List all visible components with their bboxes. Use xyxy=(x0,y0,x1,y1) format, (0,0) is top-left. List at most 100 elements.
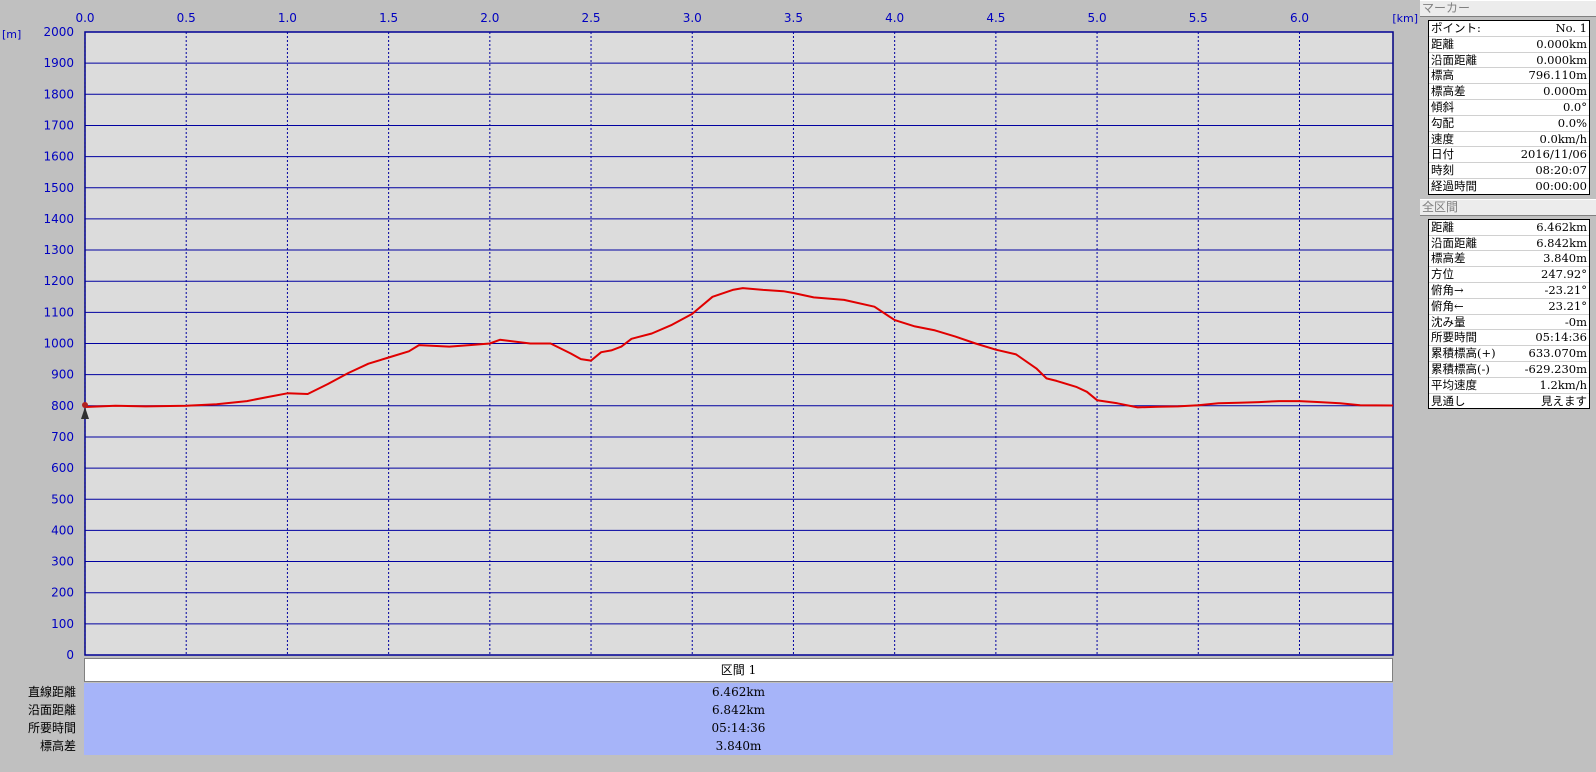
total-info-row: 累積標高(+) 633.070m xyxy=(1429,346,1589,362)
total-info-value: -629.230m xyxy=(1524,361,1587,376)
marker-info-label: 標高差 xyxy=(1431,84,1466,99)
y-tick-label: 1200 xyxy=(43,274,74,288)
marker-info-label: 速度 xyxy=(1431,131,1454,146)
total-info-row: 平均速度 1.2km/h xyxy=(1429,378,1589,394)
total-info-row: 沿面距離 6.842km xyxy=(1429,236,1589,252)
y-axis-unit: [m] xyxy=(2,28,21,41)
y-tick-label: 1100 xyxy=(43,305,74,319)
marker-info-label: 標高 xyxy=(1431,68,1454,83)
marker-info-label: ポイント: xyxy=(1431,21,1481,35)
total-info-label: 累積標高(-) xyxy=(1431,361,1490,376)
marker-info-label: 時刻 xyxy=(1431,163,1454,178)
total-info-label: 所要時間 xyxy=(1431,330,1477,345)
marker-info-row: 速度 0.0km/h xyxy=(1429,132,1589,148)
marker-info-value: 0.0km/h xyxy=(1539,131,1587,146)
total-info-label: 方位 xyxy=(1431,267,1454,282)
total-info-row: 距離 6.462km xyxy=(1429,220,1589,236)
total-info-label: 沿面距離 xyxy=(1431,235,1477,250)
elevation-chart-svg[interactable]: 0.0 0.5 1.0 1.5 2.0 2.5 3.0 3.5 4.0 4.5 5.0 5.5 6.0 … xyxy=(0,0,1420,662)
row-label-required-time: 所要時間 xyxy=(27,721,76,735)
segment-direct-distance: 6.462km xyxy=(711,685,765,699)
total-info-label: 俯角→ xyxy=(1431,282,1464,297)
total-info-value: 6.842km xyxy=(1536,235,1587,250)
marker-pin-head xyxy=(82,402,88,409)
y-tick-label: 200 xyxy=(51,586,74,600)
total-info-value: 633.070m xyxy=(1528,346,1587,361)
row-label-elevation-diff: 標高差 xyxy=(39,739,76,753)
total-panel-title[interactable]: 全区間 xyxy=(1420,198,1596,216)
x-tick-label: 1.0 xyxy=(278,11,297,25)
total-info-row: 方位 247.92° xyxy=(1429,267,1589,283)
x-tick-label: 4.5 xyxy=(986,11,1005,25)
row-label-surface-distance: 沿面距離 xyxy=(27,703,76,717)
marker-info-value: No. 1 xyxy=(1555,21,1587,35)
total-info-value: -23.21° xyxy=(1544,282,1587,297)
marker-info-table: ポイント: No. 1 距離 0.000km 沿面距離 0.000km 標高 796.110m… xyxy=(1428,20,1590,195)
marker-info-row: 勾配 0.0% xyxy=(1429,116,1589,132)
y-tick-label: 1000 xyxy=(43,337,74,351)
marker-info-label: 日付 xyxy=(1431,147,1454,162)
x-tick-label: 1.5 xyxy=(379,11,398,25)
total-info-value: 1.2km/h xyxy=(1539,377,1587,392)
marker-info-row: ポイント: No. 1 xyxy=(1429,21,1589,37)
marker-info-row: 沿面距離 0.000km xyxy=(1429,53,1589,69)
marker-info-value: 2016/11/06 xyxy=(1520,147,1587,162)
total-info-value: 23.21° xyxy=(1548,298,1587,313)
marker-info-row: 標高差 0.000m xyxy=(1429,84,1589,100)
y-tick-label: 400 xyxy=(51,523,74,537)
marker-info-label: 沿面距離 xyxy=(1431,52,1477,67)
segment-header[interactable]: 区間 1 xyxy=(84,658,1393,682)
total-info-label: 見通し xyxy=(1431,393,1466,408)
y-tick-label: 1300 xyxy=(43,243,74,257)
total-info-value: 3.840m xyxy=(1543,251,1587,266)
total-info-value: 見えます xyxy=(1541,393,1587,408)
y-tick-label: 1900 xyxy=(43,56,74,70)
segment-elevation-diff: 3.840m xyxy=(715,739,762,753)
x-tick-label: 4.0 xyxy=(885,11,904,25)
marker-info-row: 距離 0.000km xyxy=(1429,37,1589,53)
segment-table: 区間 1 6.462km 6.842km 05:14:36 3.840m xyxy=(84,658,1393,755)
marker-info-row: 日付 2016/11/06 xyxy=(1429,147,1589,164)
marker-info-row: 標高 796.110m xyxy=(1429,68,1589,85)
marker-info-value: 0.000m xyxy=(1543,84,1587,99)
marker-info-value: 08:20:07 xyxy=(1535,163,1587,178)
total-info-row: 沈み量 -0m xyxy=(1429,315,1589,331)
segment-values: 6.462km 6.842km 05:14:36 3.840m xyxy=(84,683,1393,755)
y-tick-label: 1700 xyxy=(43,118,74,132)
total-info-table: 距離 6.462km 沿面距離 6.842km 標高差 3.840m 方位 247.92° 俯角… xyxy=(1428,218,1590,410)
segment-surface-distance: 6.842km xyxy=(711,703,765,717)
x-tick-label: 5.5 xyxy=(1189,11,1208,25)
total-info-row: 累積標高(-) -629.230m xyxy=(1429,362,1589,378)
x-tick-label: 0.5 xyxy=(177,11,196,25)
x-tick-label: 6.0 xyxy=(1290,11,1309,25)
total-info-label: 平均速度 xyxy=(1431,377,1477,392)
y-tick-label: 1400 xyxy=(43,212,74,226)
marker-info-row: 経過時間 00:00:00 xyxy=(1429,179,1589,194)
elevation-chart[interactable]: 0.0 0.5 1.0 1.5 2.0 2.5 3.0 3.5 4.0 4.5 5.0 5.5 6.0 … xyxy=(0,0,1420,772)
total-info-row: 見通し 見えます xyxy=(1429,394,1589,409)
y-tick-label: 1500 xyxy=(43,181,74,195)
total-info-row: 標高差 3.840m xyxy=(1429,251,1589,268)
total-info-label: 俯角← xyxy=(1431,298,1464,313)
x-tick-label: 5.0 xyxy=(1088,11,1107,25)
total-info-value: 6.462km xyxy=(1536,219,1587,234)
x-tick-label: 2.5 xyxy=(581,11,600,25)
marker-info-label: 勾配 xyxy=(1431,115,1454,130)
y-tick-labels: 2000190018001700160015001400130012001100… xyxy=(43,25,74,662)
total-info-value: 05:14:36 xyxy=(1535,330,1587,345)
y-tick-label: 900 xyxy=(51,368,74,382)
y-tick-label: 500 xyxy=(51,492,74,506)
x-tick-label: 3.0 xyxy=(683,11,702,25)
marker-info-value: 796.110m xyxy=(1528,68,1587,83)
total-info-label: 標高差 xyxy=(1431,251,1466,266)
segment-required-time: 05:14:36 xyxy=(711,721,766,735)
marker-info-value: 0.000km xyxy=(1536,36,1587,51)
x-tick-labels: 0.0 0.5 1.0 1.5 2.0 2.5 3.0 3.5 4.0 4.5 5.0 5.5 6.0 xyxy=(75,11,1309,25)
total-info-label: 距離 xyxy=(1431,219,1454,234)
marker-info-value: 00:00:00 xyxy=(1535,178,1587,193)
marker-panel-title[interactable]: マーカー xyxy=(1420,0,1596,17)
total-info-label: 沈み量 xyxy=(1431,314,1466,329)
segment-row-labels: 直線距離 沿面距離 所要時間 標高差 xyxy=(0,683,80,755)
y-tick-label: 300 xyxy=(51,555,74,569)
y-tick-label: 700 xyxy=(51,430,74,444)
